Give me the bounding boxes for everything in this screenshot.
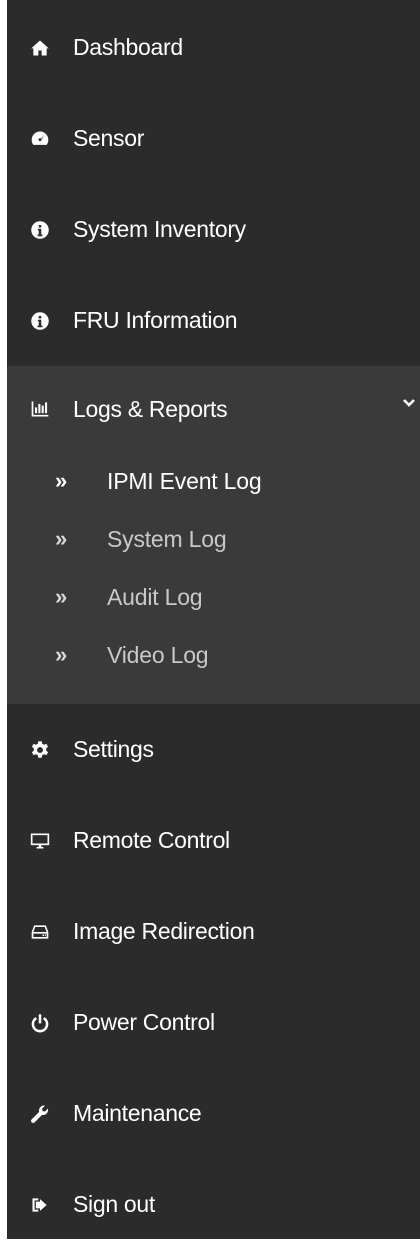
sign-out-icon bbox=[29, 1194, 51, 1216]
sidebar-menu: Dashboard Sensor System Inventory FRU In… bbox=[7, 0, 420, 1239]
info-icon bbox=[29, 310, 51, 332]
nav-item-fru-information[interactable]: FRU Information bbox=[7, 275, 420, 366]
logs-reports-section: Logs & Reports » IPMI Event Log » System… bbox=[7, 366, 420, 704]
nav-item-sign-out[interactable]: Sign out bbox=[7, 1159, 420, 1250]
nav-label-remote-control: Remote Control bbox=[73, 827, 230, 853]
nav-item-power-control[interactable]: Power Control bbox=[7, 977, 420, 1068]
nav-label-system-inventory: System Inventory bbox=[73, 216, 246, 242]
double-chevron-icon: » bbox=[55, 584, 68, 609]
submenu-item-system-log[interactable]: » System Log bbox=[7, 510, 420, 568]
nav-item-system-inventory[interactable]: System Inventory bbox=[7, 184, 420, 275]
submenu-item-video-log[interactable]: » Video Log bbox=[7, 626, 420, 684]
gauge-icon bbox=[29, 128, 51, 150]
nav-label-settings: Settings bbox=[73, 736, 154, 762]
submenu-label: Video Log bbox=[107, 641, 209, 668]
gear-icon bbox=[29, 739, 51, 761]
nav-label-logs-reports: Logs & Reports bbox=[73, 395, 228, 422]
wrench-icon bbox=[29, 1103, 51, 1125]
nav-item-settings[interactable]: Settings bbox=[7, 704, 420, 795]
double-chevron-icon: » bbox=[55, 526, 68, 551]
double-chevron-icon: » bbox=[55, 468, 68, 493]
nav-item-logs-reports[interactable]: Logs & Reports bbox=[7, 366, 420, 452]
submenu-label: System Log bbox=[107, 525, 227, 552]
home-icon bbox=[29, 37, 51, 59]
nav-item-maintenance[interactable]: Maintenance bbox=[7, 1068, 420, 1159]
nav-item-dashboard[interactable]: Dashboard bbox=[7, 2, 420, 93]
power-icon bbox=[29, 1012, 51, 1034]
double-chevron-icon: » bbox=[55, 642, 68, 667]
submenu-item-audit-log[interactable]: » Audit Log bbox=[7, 568, 420, 626]
info-icon bbox=[29, 219, 51, 241]
nav-label-sensor: Sensor bbox=[73, 125, 145, 151]
nav-label-image-redirection: Image Redirection bbox=[73, 918, 255, 944]
chevron-down-icon[interactable] bbox=[402, 396, 416, 410]
monitor-icon bbox=[29, 830, 51, 852]
nav-label-sign-out: Sign out bbox=[73, 1191, 155, 1217]
nav-label-dashboard: Dashboard bbox=[73, 34, 183, 60]
submenu-item-ipmi-event-log[interactable]: » IPMI Event Log bbox=[7, 452, 420, 510]
nav-label-power-control: Power Control bbox=[73, 1009, 215, 1035]
nav-item-remote-control[interactable]: Remote Control bbox=[7, 795, 420, 886]
nav-item-image-redirection[interactable]: Image Redirection bbox=[7, 886, 420, 977]
nav-label-fru-information: FRU Information bbox=[73, 307, 238, 333]
submenu-label: IPMI Event Log bbox=[107, 467, 262, 494]
nav-item-sensor[interactable]: Sensor bbox=[7, 93, 420, 184]
nav-label-maintenance: Maintenance bbox=[73, 1100, 202, 1126]
submenu-label: Audit Log bbox=[107, 583, 203, 610]
logs-submenu: » IPMI Event Log » System Log » Audit Lo… bbox=[7, 452, 420, 684]
bar-chart-icon bbox=[29, 398, 51, 420]
hdd-icon bbox=[29, 921, 51, 943]
